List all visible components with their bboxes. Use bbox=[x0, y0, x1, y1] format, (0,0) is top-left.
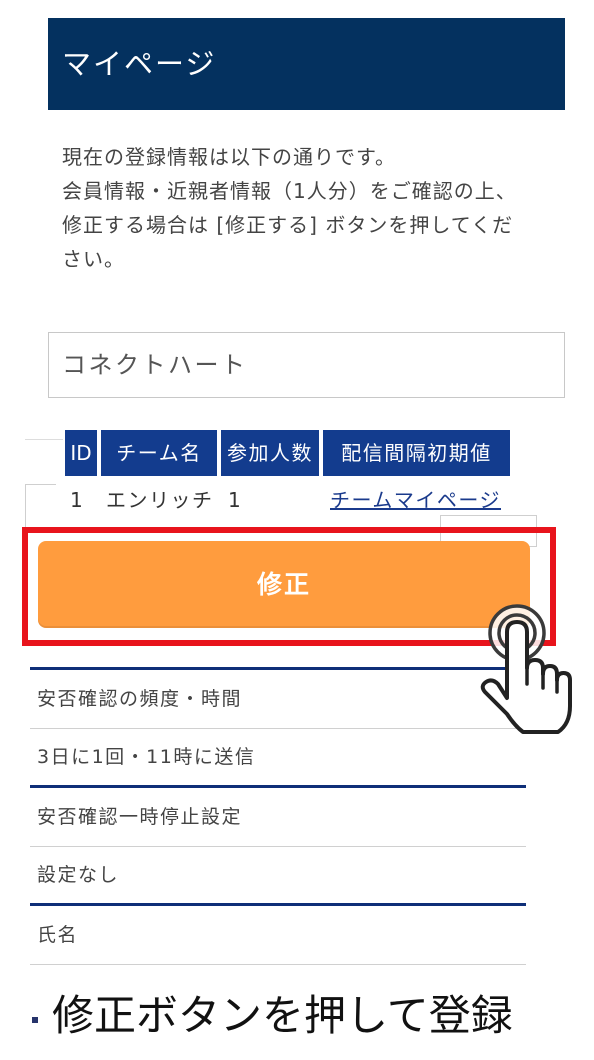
intro-line: 現在の登録情報は以下の通りです。 bbox=[62, 145, 396, 169]
settings-list: 安否確認の頻度・時間 3日に1回・11時に送信 安否確認一時停止設定 設定なし … bbox=[30, 667, 526, 965]
table-header-team-name: チーム名 bbox=[101, 430, 217, 476]
setting-label-name: 氏名 bbox=[37, 924, 79, 946]
setting-value-frequency: 3日に1回・11時に送信 bbox=[37, 746, 256, 768]
caption-bullet bbox=[32, 1017, 38, 1023]
intro-text: 現在の登録情報は以下の通りです。 会員情報・近親者情報（1人分）をご確認の上、 … bbox=[62, 140, 517, 276]
caption-text: 修正ボタンを押して登録 bbox=[52, 991, 513, 1040]
table-cell-team-name: エンリッチ bbox=[106, 488, 214, 512]
intro-line: さい。 bbox=[62, 247, 125, 271]
edit-button[interactable]: 修正 bbox=[38, 541, 530, 628]
background-panel-edge bbox=[25, 484, 56, 528]
intro-line: 修正する場合は [修正する] ボタンを押してくだ bbox=[62, 213, 514, 237]
setting-label-pause: 安否確認一時停止設定 bbox=[37, 806, 243, 828]
table-header-id: ID bbox=[65, 430, 97, 476]
table-cell-members: 1 bbox=[228, 488, 243, 512]
team-name-value: コネクトハート bbox=[62, 351, 248, 379]
setting-value-pause: 設定なし bbox=[37, 864, 120, 886]
row-divider bbox=[30, 964, 526, 965]
page-header: マイページ bbox=[48, 18, 565, 110]
team-name-field[interactable]: コネクトハート bbox=[48, 332, 565, 398]
page-title: マイページ bbox=[62, 47, 217, 81]
table-cell-id: 1 bbox=[70, 488, 85, 512]
setting-label-frequency: 安否確認の頻度・時間 bbox=[37, 688, 243, 710]
team-mypage-link[interactable]: チームマイページ bbox=[330, 482, 501, 518]
table-header-interval: 配信間隔初期値 bbox=[323, 430, 510, 476]
table-header-members: 参加人数 bbox=[221, 430, 319, 476]
pointer-hand-click-icon bbox=[480, 604, 572, 734]
background-divider bbox=[25, 439, 63, 440]
intro-line: 会員情報・近親者情報（1人分）をご確認の上、 bbox=[62, 179, 517, 203]
